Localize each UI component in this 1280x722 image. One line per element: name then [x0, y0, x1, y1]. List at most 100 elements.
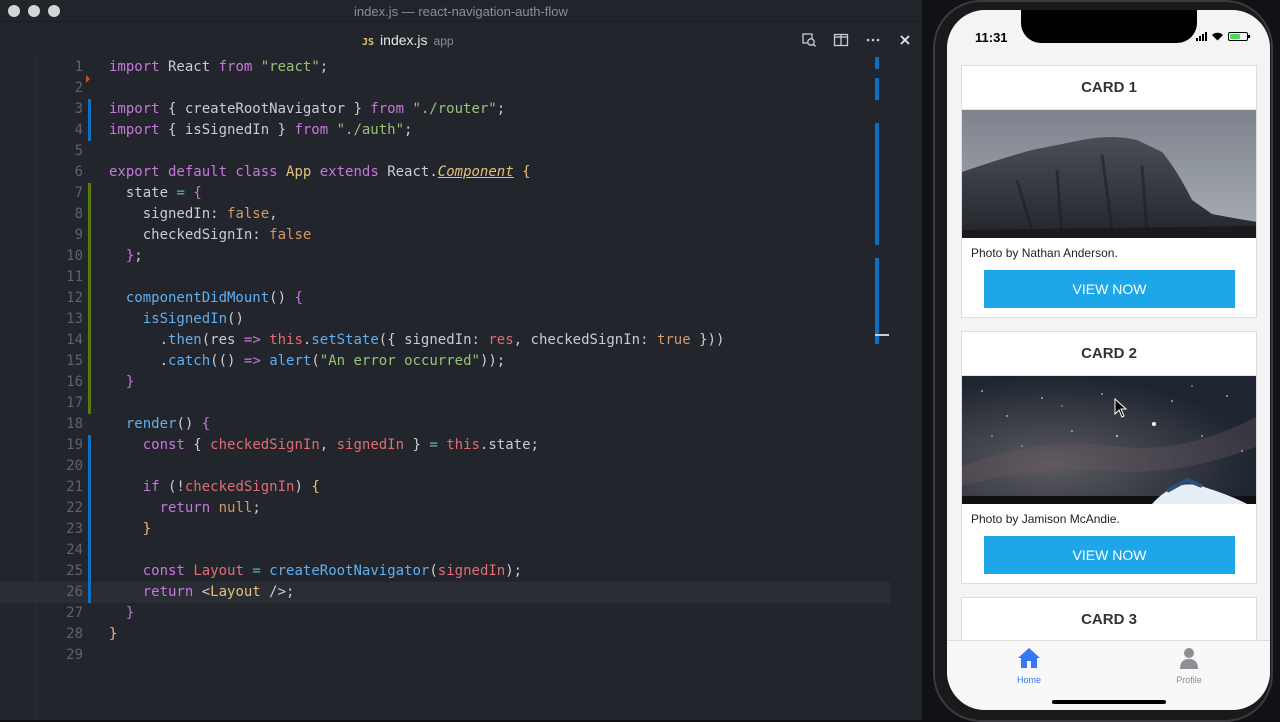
- line-number: 16: [66, 374, 83, 390]
- status-time: 11:31: [975, 30, 1008, 45]
- code-line[interactable]: 29: [0, 645, 890, 666]
- js-file-icon: JS: [362, 37, 375, 48]
- line-code: }: [109, 626, 118, 642]
- code-line[interactable]: 22 return null;: [0, 498, 890, 519]
- window-title: index.js — react-navigation-auth-flow: [354, 4, 568, 19]
- open-changes-icon: [802, 33, 816, 47]
- status-icons: [1196, 31, 1250, 41]
- code-line[interactable]: 1 import React from "react";: [0, 57, 890, 78]
- signal-icon: [1196, 31, 1207, 41]
- git-modified-marker: [88, 435, 91, 603]
- line-number: 4: [74, 122, 83, 138]
- code-line[interactable]: 15 .catch(() => alert("An error occurred…: [0, 351, 890, 372]
- line-number: 20: [66, 458, 83, 474]
- line-number: 26: [66, 584, 83, 600]
- code-area[interactable]: 1 import React from "react"; 2 3 import { cr…: [0, 57, 890, 720]
- code-line[interactable]: 13 isSignedIn(): [0, 309, 890, 330]
- code-line[interactable]: 24: [0, 540, 890, 561]
- line-number: 1: [74, 59, 83, 75]
- line-number: 8: [74, 206, 83, 222]
- code-line[interactable]: 20: [0, 456, 890, 477]
- line-number: 5: [74, 143, 83, 159]
- line-code: return <Layout />;: [142, 584, 295, 600]
- open-changes-button[interactable]: [800, 31, 818, 49]
- code-line[interactable]: 10 };: [0, 246, 890, 267]
- line-number: 21: [66, 479, 83, 495]
- wifi-icon: [1212, 32, 1223, 41]
- code-line[interactable]: 16 }: [0, 372, 890, 393]
- code-line[interactable]: 14 .then(res => this.setState({ signedIn…: [0, 330, 890, 351]
- code-line[interactable]: 21 if (!checkedSignIn) {: [0, 477, 890, 498]
- code-line[interactable]: 6 export default class App extends React.…: [0, 162, 890, 183]
- line-code: isSignedIn(): [142, 311, 244, 327]
- line-number: 6: [74, 164, 83, 180]
- tab-profile-label: Profile: [1176, 675, 1202, 685]
- phone-screen: 11:31 CARD 1 Photo by Nathan Anderson. V…: [947, 10, 1270, 710]
- code-line[interactable]: 5: [0, 141, 890, 162]
- user-icon: [1180, 648, 1198, 669]
- code-line[interactable]: 27 }: [0, 603, 890, 624]
- ellipsis-icon: [866, 38, 880, 42]
- split-editor-icon: [833, 33, 849, 47]
- line-code: return null;: [159, 500, 261, 516]
- code-line[interactable]: 2: [0, 78, 890, 99]
- code-line[interactable]: 12 componentDidMount() {: [0, 288, 890, 309]
- code-line[interactable]: 3 import { createRootNavigator } from "./…: [0, 99, 890, 120]
- line-number: 24: [66, 542, 83, 558]
- line-number: 14: [66, 332, 83, 348]
- git-deleted-marker: [86, 75, 90, 83]
- card: CARD 1 Photo by Nathan Anderson. VIEW NO…: [961, 65, 1257, 318]
- code-line[interactable]: 7 state = {: [0, 183, 890, 204]
- mouse-cursor-icon: [1114, 398, 1128, 418]
- tab-index-js[interactable]: JS index.js app: [362, 32, 454, 50]
- code-line[interactable]: 18 render() {: [0, 414, 890, 435]
- home-icon: [1018, 648, 1040, 668]
- code-line[interactable]: 11: [0, 267, 890, 288]
- code-line[interactable]: 8 signedIn: false,: [0, 204, 890, 225]
- card-image-mountain: [962, 110, 1256, 238]
- tab-filename: index.js: [380, 32, 428, 48]
- card: CARD 2 Photo by Jamison McAndie. VIEW NO…: [961, 331, 1257, 584]
- line-number: 27: [66, 605, 83, 621]
- view-now-button[interactable]: VIEW NOW: [984, 536, 1235, 574]
- view-now-button[interactable]: VIEW NOW: [984, 270, 1235, 308]
- card-image-night-sky: [962, 376, 1256, 504]
- code-line[interactable]: 19 const { checkedSignIn, signedIn } = t…: [0, 435, 890, 456]
- split-editor-button[interactable]: [832, 31, 850, 49]
- code-line[interactable]: 28}: [0, 624, 890, 645]
- code-line[interactable]: 26 return <Layout />;: [0, 582, 890, 603]
- line-code: import React from "react";: [109, 59, 329, 75]
- close-icon: [900, 35, 910, 45]
- code-line[interactable]: 9 checkedSignIn: false: [0, 225, 890, 246]
- line-number: 22: [66, 500, 83, 516]
- tab-actions: [800, 31, 914, 49]
- line-number: 2: [74, 80, 83, 96]
- line-number: 28: [66, 626, 83, 642]
- tab-home[interactable]: Home: [989, 647, 1069, 685]
- line-code: componentDidMount() {: [125, 290, 303, 306]
- code-line[interactable]: 25 const Layout = createRootNavigator(si…: [0, 561, 890, 582]
- tab-profile[interactable]: Profile: [1149, 647, 1229, 685]
- more-actions-button[interactable]: [864, 31, 882, 49]
- line-number: 15: [66, 353, 83, 369]
- line-code: .catch(() => alert("An error occurred"))…: [109, 353, 506, 369]
- line-code: const { checkedSignIn, signedIn } = this…: [142, 437, 539, 453]
- overview-ruler-mark: [875, 78, 879, 100]
- code-line[interactable]: 4 import { isSignedIn } from "./auth";: [0, 120, 890, 141]
- line-number: 17: [66, 395, 83, 411]
- line-number: 12: [66, 290, 83, 306]
- line-number: 23: [66, 521, 83, 537]
- battery-icon: [1228, 31, 1250, 41]
- overview-ruler-mark: [875, 258, 879, 344]
- line-code: if (!checkedSignIn) {: [142, 479, 320, 495]
- card-list[interactable]: CARD 1 Photo by Nathan Anderson. VIEW NO…: [947, 52, 1270, 640]
- line-code: }: [125, 374, 135, 390]
- overview-ruler-mark: [875, 123, 879, 245]
- code-line[interactable]: 17: [0, 393, 890, 414]
- code-line[interactable]: 23 }: [0, 519, 890, 540]
- tab-home-label: Home: [1016, 675, 1041, 685]
- line-code: state = {: [109, 185, 202, 201]
- code-editor-window: index.js — react-navigation-auth-flow JS…: [0, 0, 922, 720]
- line-code: };: [125, 248, 143, 264]
- close-tab-button[interactable]: [896, 31, 914, 49]
